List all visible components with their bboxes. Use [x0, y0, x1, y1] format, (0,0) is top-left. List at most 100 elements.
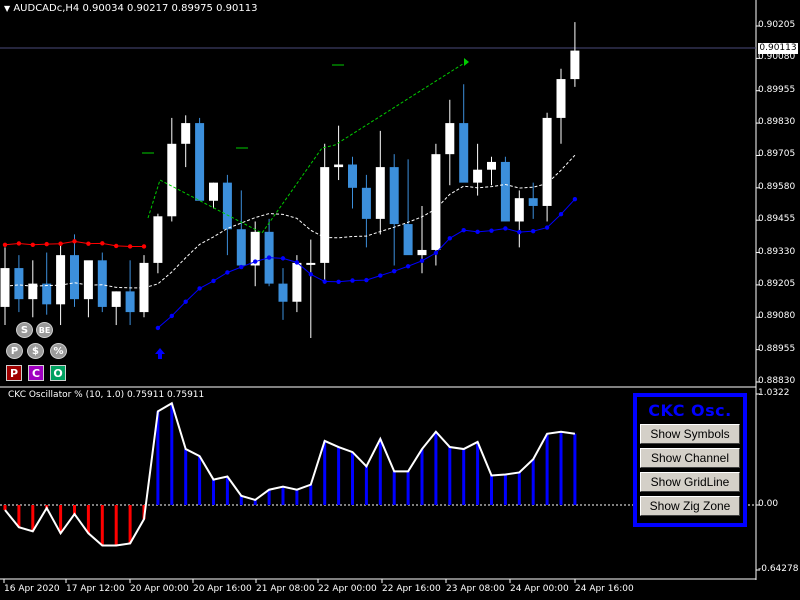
- price-tick-label: 0.88955: [758, 343, 796, 354]
- candle-body: [542, 117, 552, 206]
- ckc-panel: CKC Osc. Show Symbols Show Channel Show …: [633, 393, 747, 527]
- toolbar-p-button[interactable]: P: [6, 343, 23, 359]
- upper-band-dot: [58, 241, 63, 246]
- lower-band-dot: [266, 255, 272, 260]
- date-tick-label: 24 Apr 00:00: [510, 584, 569, 594]
- lower-band-dot: [461, 227, 466, 233]
- candle-body: [570, 50, 580, 80]
- candle-body: [361, 187, 371, 219]
- toolbar-dollar-button[interactable]: $: [27, 343, 44, 359]
- candle-body: [306, 262, 316, 265]
- candle-body: [0, 268, 10, 307]
- candle-body: [125, 291, 135, 313]
- lower-band-dot: [253, 259, 258, 264]
- toolbar-be-button[interactable]: BE: [36, 322, 53, 338]
- upper-band-dot: [2, 242, 8, 247]
- candle-body: [83, 260, 93, 300]
- date-tick-label: 16 Apr 2020: [4, 584, 60, 594]
- candle-body: [348, 164, 357, 188]
- price-tick-label: 0.89455: [758, 214, 796, 225]
- candle-body: [56, 255, 66, 305]
- toolbar-c-square-button[interactable]: C: [28, 365, 44, 381]
- lower-band-dot: [405, 264, 411, 269]
- date-tick-label: 22 Apr 16:00: [382, 584, 441, 594]
- toolbar-p-square-button[interactable]: P: [6, 365, 22, 381]
- candle-body: [111, 291, 121, 307]
- candle-body: [236, 229, 246, 266]
- lower-band-dot: [350, 278, 355, 283]
- lower-band-dot: [531, 228, 536, 234]
- buy-arrow-icon: [155, 348, 165, 359]
- oscillator-tick-label: 0.00: [758, 499, 779, 509]
- candle-body: [556, 79, 566, 118]
- lower-band-dot: [419, 258, 425, 264]
- lower-band-dot: [322, 279, 327, 284]
- price-tick-label: 0.89580: [758, 181, 796, 192]
- oscillator-tick-label: 1.0322: [758, 388, 790, 398]
- date-tick-label: 20 Apr 00:00: [130, 584, 189, 594]
- lower-band-dot: [183, 299, 188, 304]
- date-tick-label: 17 Apr 12:00: [66, 584, 125, 594]
- upper-band-dot: [44, 241, 49, 247]
- price-tick-label: 0.90205: [758, 20, 796, 30]
- lower-band-dot: [225, 270, 230, 275]
- panel-title: CKC Osc.: [648, 401, 732, 420]
- date-tick-label: 22 Apr 00:00: [318, 584, 377, 594]
- candle-body: [222, 182, 232, 230]
- lower-band-dot: [572, 197, 578, 202]
- candle-body: [445, 123, 455, 155]
- candle-body: [459, 123, 469, 183]
- candle-body: [375, 167, 385, 219]
- lower-band-dot: [503, 226, 508, 231]
- upper-band-dot: [72, 239, 77, 244]
- upper-band-dot: [100, 241, 105, 246]
- candle-body: [389, 167, 399, 225]
- toolbar-s-button[interactable]: S: [16, 322, 33, 338]
- candle-body: [14, 268, 24, 300]
- lower-band-dot: [155, 325, 161, 331]
- upper-band-dot: [16, 241, 22, 246]
- symbol-header: ▼ AUDCADc,H4 0.90034 0.90217 0.89975 0.9…: [4, 3, 257, 14]
- price-tick-label: 0.89080: [758, 311, 796, 322]
- date-tick-label: 23 Apr 08:00: [446, 584, 505, 594]
- symbol-name: AUDCADc,H4: [13, 3, 80, 14]
- dropdown-arrow-icon[interactable]: ▼: [4, 4, 10, 13]
- toolbar-o-square-button[interactable]: O: [50, 365, 66, 381]
- zigzag-arrow-icon: [464, 58, 469, 66]
- lower-band-dot: [489, 228, 494, 233]
- show-zig-zone-button[interactable]: Show Zig Zone: [640, 496, 740, 516]
- price-tick-label: 0.89955: [758, 84, 796, 95]
- lower-band-dot: [544, 225, 550, 230]
- date-tick-label: 21 Apr 08:00: [256, 584, 315, 594]
- toolbar-percent-button[interactable]: %: [50, 343, 67, 359]
- lower-band-dot: [447, 236, 452, 241]
- price-tick-label: 0.89705: [758, 149, 796, 160]
- show-channel-button[interactable]: Show Channel: [640, 448, 740, 468]
- lower-band-dot: [239, 264, 244, 270]
- candle-body: [514, 198, 524, 222]
- candle-body: [209, 182, 218, 201]
- candle-body: [195, 123, 205, 201]
- lower-band-dot: [517, 229, 522, 235]
- lower-band-dot: [364, 277, 369, 283]
- lower-band-dot: [308, 272, 313, 277]
- oscillator-tick-label: -0.64278: [758, 564, 799, 574]
- date-tick-label: 20 Apr 16:00: [193, 584, 252, 594]
- lower-band-dot: [294, 260, 300, 265]
- show-gridline-button[interactable]: Show GridLine: [640, 472, 740, 492]
- price-tick-label: 0.89330: [758, 246, 796, 257]
- lower-band-dot: [558, 212, 564, 217]
- lower-band-dot: [197, 286, 202, 291]
- lower-band-dot: [392, 268, 397, 274]
- date-tick-label: 24 Apr 16:00: [575, 584, 634, 594]
- candle-body: [403, 224, 413, 256]
- candle-body: [528, 198, 538, 206]
- price-tick-label: 0.89205: [758, 278, 796, 289]
- candle-body: [292, 262, 302, 302]
- candle-body: [487, 161, 496, 170]
- show-symbols-button[interactable]: Show Symbols: [640, 424, 740, 444]
- upper-band-dot: [127, 244, 133, 249]
- lower-band-dot: [169, 313, 174, 319]
- oscillator-title: CKC Oscillator % (10, 1.0) 0.75911 0.759…: [8, 390, 205, 400]
- oscillator-line: [4, 401, 576, 547]
